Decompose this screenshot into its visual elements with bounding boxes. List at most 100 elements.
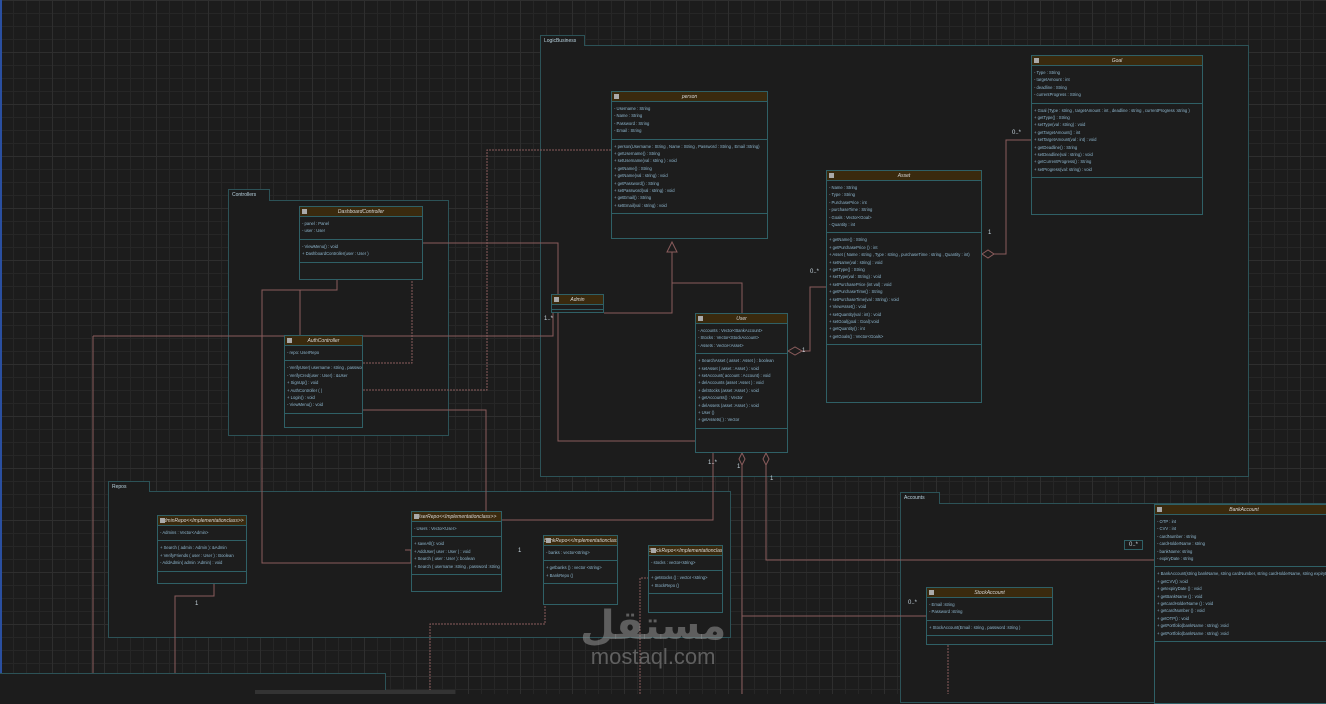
class-method[interactable]: + SearchAsset ( asset : Asset ) : boolea… <box>698 358 785 363</box>
collapse-icon[interactable] <box>829 173 834 178</box>
class-header[interactable]: StockRepo<<Implementationclass>> <box>649 546 722 556</box>
class-header[interactable]: Admin <box>552 295 603 305</box>
class-attribute[interactable]: - Accounts : Vector<BankAccount> <box>698 328 785 333</box>
class-attribute[interactable]: - expiryDate : string <box>1157 556 1326 561</box>
class-method[interactable]: + setUsername(val : string ) : void <box>614 159 765 164</box>
class-person[interactable]: person - Username : String - Name : String… <box>611 91 768 239</box>
class-method[interactable]: + getcardHolderName () : void <box>1157 601 1326 606</box>
class-attribute[interactable]: - cardHolderName : string <box>1157 541 1326 546</box>
class-method[interactable]: + Goal (Type : string , targetAmount : i… <box>1034 108 1200 113</box>
class-method[interactable]: + getName() : String <box>614 166 765 171</box>
class-attribute[interactable]: - repo: UserRepo <box>287 350 360 355</box>
class-method[interactable]: + setPassword(val : string) : void <box>614 188 765 193</box>
class-bankrepo[interactable]: BankRepo<<Implementationclass>> - banks :… <box>543 535 618 605</box>
class-method[interactable]: + AddUser( user : User ) : void <box>414 549 499 554</box>
class-method[interactable]: + Search ( admin : Admin ): &Admin <box>160 545 244 550</box>
class-method[interactable]: + VerifyFriends ( user : User ) : Boolea… <box>160 553 244 558</box>
class-attribute[interactable]: - targetAmount : int <box>1034 77 1200 82</box>
class-method[interactable]: + setType(val : string) : void <box>1034 123 1200 128</box>
class-method[interactable]: + getPortfolio(bankName : string) :void <box>1157 631 1326 636</box>
class-header[interactable]: AdminRepo<<Implementationclass>> <box>158 516 246 526</box>
class-method[interactable]: + getAccounts() : Vector <box>698 395 785 400</box>
class-header[interactable]: BankAccount <box>1155 505 1326 515</box>
class-header[interactable]: AuthController <box>285 336 362 346</box>
horizontal-scrollbar[interactable] <box>255 690 455 694</box>
class-method[interactable]: + getOTP() : void <box>1157 616 1326 621</box>
class-attribute[interactable]: - Quantity : int <box>829 222 979 227</box>
class-method[interactable]: + getCurrentProgress() : String <box>1034 160 1200 165</box>
class-attribute[interactable]: - stocks : vector<string> <box>651 560 720 565</box>
class-method[interactable]: + getQuantity() : int <box>829 326 979 331</box>
collapse-icon[interactable] <box>1157 507 1162 512</box>
class-method[interactable]: + Asset ( Name : string , Type : string … <box>829 252 979 257</box>
class-method[interactable]: + StockAccount(Email : string , password… <box>929 625 1050 630</box>
class-goal[interactable]: Goal - Type : String - targetAmount : int -… <box>1031 55 1203 215</box>
class-header[interactable]: BankRepo<<Implementationclass>> <box>544 536 617 546</box>
class-attribute[interactable]: - CVV : int <box>1157 526 1326 531</box>
class-attribute[interactable]: - Name : String <box>829 185 979 190</box>
class-attribute[interactable]: - Email :string <box>929 602 1050 607</box>
class-attribute[interactable]: - banks : vector<string> <box>546 550 615 555</box>
class-method[interactable]: + saveAll(): void <box>414 541 499 546</box>
class-method[interactable]: + DashboardController(user : User ) <box>302 251 420 256</box>
class-method[interactable]: + getType() : String <box>1034 115 1200 120</box>
class-attribute[interactable]: - Password : String <box>614 121 765 126</box>
class-auth[interactable]: AuthController - repo: UserRepo - VerifyUs… <box>284 335 363 428</box>
class-admin[interactable]: Admin <box>551 294 604 313</box>
class-method[interactable]: + setName(val : string) : void <box>829 260 979 265</box>
class-method[interactable]: + StockRepo () <box>651 583 720 588</box>
class-method[interactable]: + User () <box>698 410 785 415</box>
class-header[interactable]: UserRepo<<Implementationclass>> <box>412 512 501 522</box>
class-attribute[interactable]: - Assets : Vector<Asset> <box>698 343 785 348</box>
class-method[interactable]: + delAssets (asset :Asset ) : void <box>698 403 785 408</box>
class-method[interactable]: - ViewMenu() : void <box>287 403 360 408</box>
class-method[interactable]: + Login() : void <box>287 395 360 400</box>
class-method[interactable]: + setEmail(val : string) : void <box>614 203 765 208</box>
class-method[interactable]: + SignUp() : void <box>287 380 360 385</box>
class-attribute[interactable]: - Name : String <box>614 113 765 118</box>
class-attribute[interactable]: - Username : String <box>614 106 765 111</box>
class-attribute[interactable]: - PurchasePrice : int <box>829 200 979 205</box>
class-method[interactable]: + getUsername() : String <box>614 151 765 156</box>
collapse-icon[interactable] <box>287 338 292 343</box>
class-header[interactable]: StockAccount <box>927 588 1052 598</box>
class-method[interactable]: + getPurchasePrice () : int <box>829 245 979 250</box>
class-method[interactable]: + setPurchaseTime(val : String) : void <box>829 297 979 302</box>
class-method[interactable]: + Search ( username :string , password :… <box>414 564 501 569</box>
class-header[interactable]: person <box>612 92 767 102</box>
class-attribute[interactable]: - Type : String <box>829 192 979 197</box>
collapse-icon[interactable] <box>1034 58 1039 63</box>
class-attribute[interactable]: - Goals : Vector<Goal> <box>829 215 979 220</box>
class-method[interactable]: + Search ( user : User ): boolean <box>414 556 499 561</box>
class-header[interactable]: DashboardController <box>300 207 422 217</box>
class-attribute[interactable]: - cardNumber : string <box>1157 534 1326 539</box>
class-method[interactable]: + getexpiryDate () : void <box>1157 586 1326 591</box>
class-method[interactable]: + setType(val : String) : void <box>829 275 979 280</box>
collapse-icon[interactable] <box>554 297 559 302</box>
class-method[interactable]: - VerifyUser( username : string , passwo… <box>287 365 362 370</box>
class-asset[interactable]: Asset - Name : String - Type : String - Pur… <box>826 170 982 403</box>
class-attribute[interactable]: - Users : Vector<User> <box>414 526 499 531</box>
class-dashboard[interactable]: DashboardController - panel : Panel - user… <box>299 206 423 280</box>
class-method[interactable]: + getPurchaseTime() : String <box>829 289 979 294</box>
class-method[interactable]: + setPurchasePrice (int val) : void <box>829 282 979 287</box>
class-attribute[interactable]: - Stocks : Vector<StockAccount> <box>698 335 785 340</box>
class-method[interactable]: + setTargetAmount(val : int) : void <box>1034 137 1200 142</box>
class-method[interactable]: + setProgress(val: string) : void <box>1034 167 1200 172</box>
class-method[interactable]: + setAsset ( asset : Asset ) : void <box>698 366 785 371</box>
class-method[interactable]: + getType() : String <box>829 267 979 272</box>
class-method[interactable]: + getDeadline() : String <box>1034 145 1200 150</box>
collapse-icon[interactable] <box>698 316 703 321</box>
class-method[interactable]: + AuthController ( ) <box>287 388 360 393</box>
class-user[interactable]: User - Accounts : Vector<BankAccount> - St… <box>695 313 788 453</box>
class-method[interactable]: + BankRepo () <box>546 573 615 578</box>
collapse-icon[interactable] <box>614 94 619 99</box>
collapse-icon[interactable] <box>929 590 934 595</box>
class-header[interactable]: User <box>696 314 787 324</box>
collapse-icon[interactable] <box>651 548 656 553</box>
class-method[interactable]: + delStocks (asset :Asset ) : void <box>698 388 785 393</box>
class-method[interactable]: + setQuantity(val : int) : void <box>829 312 979 317</box>
class-stockaccount[interactable]: StockAccount - Email :string - Password :s… <box>926 587 1053 645</box>
class-attribute[interactable]: - deadline : String <box>1034 85 1200 90</box>
collapse-icon[interactable] <box>546 538 551 543</box>
